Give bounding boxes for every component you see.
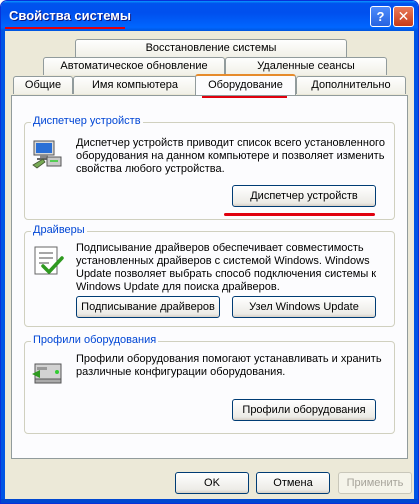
title-bar[interactable]: Свойства системы ? ✕ [1, 1, 418, 31]
help-button[interactable]: ? [370, 6, 391, 27]
tab-advanced[interactable]: Дополнительно [296, 76, 406, 94]
device-manager-icon [32, 140, 62, 169]
drivers-group-label: Драйверы [31, 224, 87, 236]
ok-button[interactable]: OK [175, 472, 249, 494]
window-frame-bottom [1, 499, 418, 503]
close-icon: ✕ [397, 8, 410, 24]
cancel-button[interactable]: Отмена [256, 472, 330, 494]
tab-hardware[interactable]: Оборудование [195, 74, 296, 95]
drivers-group: Драйверы Подписывание драйверов обеспечи… [24, 224, 395, 327]
tab-automatic-updates[interactable]: Автоматическое обновление [43, 57, 225, 75]
tab-computer-name[interactable]: Имя компьютера [73, 76, 197, 94]
driver-signing-icon [34, 246, 64, 275]
device-manager-description: Диспетчер устройств приводит список всег… [76, 137, 385, 175]
tab-general[interactable]: Общие [13, 76, 73, 94]
help-icon: ? [376, 9, 385, 24]
tab-system-restore[interactable]: Восстановление системы [75, 39, 347, 57]
hardware-profiles-icon [32, 363, 62, 384]
drivers-description: Подписывание драйверов обеспечивает совм… [76, 242, 377, 293]
hardware-profiles-group: Профили оборудования Профили оборудовани… [24, 334, 395, 434]
close-button[interactable]: ✕ [393, 6, 414, 27]
device-manager-group-label: Диспетчер устройств [31, 115, 143, 127]
title-highlight-underline [5, 27, 125, 29]
active-tab-highlight-underline [202, 96, 287, 98]
device-manager-highlight-underline [224, 213, 375, 216]
device-manager-group: Диспетчер устройств Диспетчер устройств … [24, 115, 395, 220]
hardware-profiles-group-label: Профили оборудования [31, 334, 159, 346]
system-properties-window: Свойства системы ? ✕ Восстановление сист… [0, 0, 419, 504]
window-frame-left [1, 31, 5, 503]
windows-update-button[interactable]: Узел Windows Update [232, 296, 376, 318]
tab-remote-sessions[interactable]: Удаленные сеансы [225, 57, 387, 75]
window-title: Свойства системы [9, 8, 131, 23]
window-frame-right [414, 31, 418, 503]
hardware-profiles-button[interactable]: Профили оборудования [232, 399, 376, 421]
device-manager-button[interactable]: Диспетчер устройств [232, 185, 376, 207]
driver-signing-button[interactable]: Подписывание драйверов [76, 296, 220, 318]
apply-button[interactable]: Применить [338, 472, 412, 494]
hardware-tab-panel: Диспетчер устройств Диспетчер устройств … [11, 95, 408, 459]
hardware-profiles-description: Профили оборудования помогают устанавлив… [76, 353, 382, 378]
